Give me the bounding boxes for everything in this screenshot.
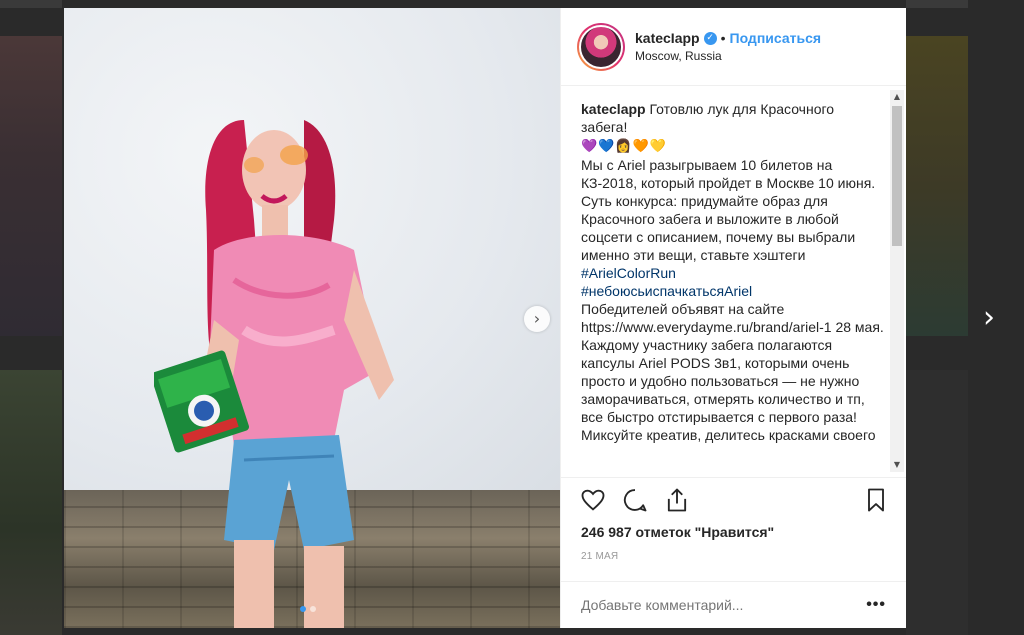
- background-tile[interactable]: [906, 36, 968, 336]
- avatar[interactable]: [577, 22, 625, 71]
- caption-area[interactable]: kateclapp Готовлю лук для Красочного заб…: [561, 86, 906, 478]
- likes-count[interactable]: 246 987 отметок "Нравится": [561, 522, 906, 546]
- background-tile: [0, 0, 62, 8]
- caption-text: kateclapp Готовлю лук для Красочного заб…: [581, 100, 884, 444]
- carousel-dot: [310, 606, 316, 612]
- verified-badge-icon: ✓: [703, 31, 717, 45]
- carousel-dots: [300, 606, 316, 612]
- action-bar: [561, 478, 906, 522]
- background-tile[interactable]: [906, 370, 968, 635]
- caption-username[interactable]: kateclapp: [581, 101, 646, 117]
- background-tile[interactable]: [0, 370, 62, 635]
- post-modal: › katecIapp ✓ • Подписаться Moscow, Russ…: [64, 8, 906, 628]
- user-block: katecIapp ✓ • Подписаться Moscow, Russia: [635, 30, 821, 63]
- scroll-down-arrow-icon[interactable]: ▼: [890, 458, 904, 472]
- caption-body1: Мы с Ariel разыгрываем 10 билетов на КЗ-…: [581, 157, 880, 263]
- scroll-up-arrow-icon[interactable]: ▲: [890, 90, 904, 104]
- hashtag-link[interactable]: #небоюсьиспачкатьсяAriel: [581, 283, 752, 299]
- background-tile: [906, 0, 968, 8]
- username-link[interactable]: katecIapp: [635, 30, 700, 46]
- next-post-arrow-icon[interactable]: ›: [978, 302, 1000, 334]
- bookmark-icon[interactable]: [862, 486, 890, 514]
- carousel-next-button[interactable]: ›: [524, 306, 550, 332]
- share-icon[interactable]: [663, 486, 691, 514]
- comment-row: •••: [561, 582, 906, 628]
- user-row: katecIapp ✓ • Подписаться: [635, 30, 821, 46]
- caption-body2: Победителей объявят на сайте https://www…: [581, 301, 884, 443]
- location-link[interactable]: Moscow, Russia: [635, 49, 821, 63]
- separator-dot: •: [720, 30, 726, 46]
- post-side-panel: katecIapp ✓ • Подписаться Moscow, Russia…: [560, 8, 906, 628]
- more-options-icon[interactable]: •••: [866, 596, 886, 614]
- post-header: katecIapp ✓ • Подписаться Moscow, Russia: [561, 8, 906, 86]
- avatar-image: [579, 24, 623, 69]
- hashtag-link[interactable]: #ArielColorRun: [581, 265, 676, 281]
- carousel-dot: [300, 606, 306, 612]
- post-date[interactable]: 21 МАЯ: [561, 546, 906, 582]
- comment-icon[interactable]: [621, 486, 649, 514]
- post-photo[interactable]: ›: [64, 8, 560, 628]
- caption-scrollbar[interactable]: ▲ ▼: [890, 90, 904, 472]
- photo-person-illustration: [154, 120, 394, 628]
- background-tile[interactable]: [0, 36, 62, 336]
- comment-input[interactable]: [581, 597, 867, 613]
- heart-icon[interactable]: [579, 486, 607, 514]
- caption-emojis: 💜💙👩🧡💛: [581, 139, 667, 154]
- follow-button[interactable]: Подписаться: [730, 30, 822, 46]
- scrollbar-thumb[interactable]: [892, 106, 902, 246]
